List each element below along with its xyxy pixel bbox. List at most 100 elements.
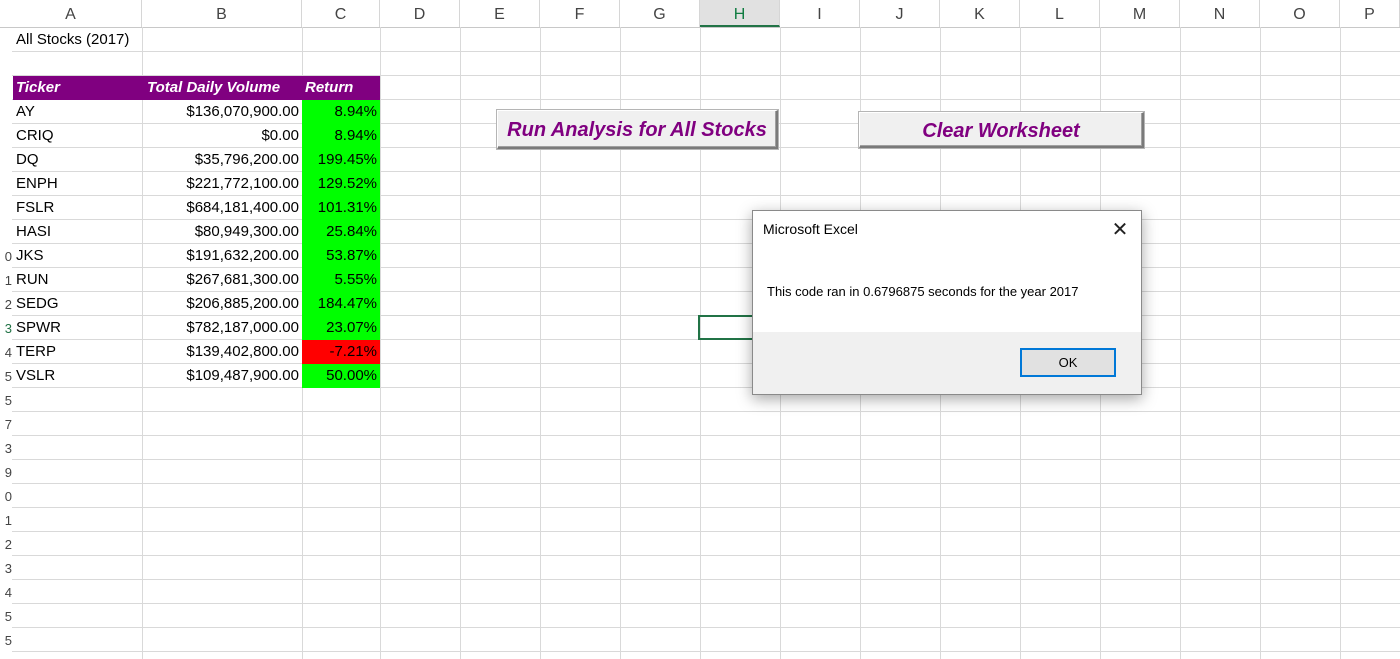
column-header-bar: ABCDEFGHIJKLMNOP xyxy=(0,0,1400,28)
volume-cell[interactable]: $684,181,400.00 xyxy=(142,196,302,220)
grid-hline xyxy=(12,507,1400,508)
dialog-message: This code ran in 0.6796875 seconds for t… xyxy=(767,284,1079,299)
row-number[interactable]: 4 xyxy=(0,341,12,365)
column-header-f[interactable]: F xyxy=(540,0,620,27)
row-number[interactable]: 9 xyxy=(0,461,12,485)
column-header-n[interactable]: N xyxy=(1180,0,1260,27)
volume-cell[interactable]: $80,949,300.00 xyxy=(142,220,302,244)
grid-vline xyxy=(380,27,381,659)
column-header-a[interactable]: A xyxy=(0,0,142,27)
row-number[interactable]: 1 xyxy=(0,269,12,293)
grid-hline xyxy=(12,603,1400,604)
grid-vline xyxy=(1340,27,1341,659)
column-header-m[interactable]: M xyxy=(1100,0,1180,27)
run-analysis-button[interactable]: Run Analysis for All Stocks xyxy=(497,110,778,149)
row-number[interactable]: 3 xyxy=(0,317,12,341)
row-number[interactable]: 1 xyxy=(0,509,12,533)
row-number[interactable]: 4 xyxy=(0,581,12,605)
header-return[interactable]: Return xyxy=(302,76,380,100)
return-cell[interactable]: 101.31% xyxy=(302,196,380,220)
volume-cell[interactable]: $109,487,900.00 xyxy=(142,364,302,388)
volume-cell[interactable]: $191,632,200.00 xyxy=(142,244,302,268)
ticker-cell[interactable]: VSLR xyxy=(13,364,142,388)
ticker-cell[interactable]: DQ xyxy=(13,148,142,172)
volume-cell[interactable]: $221,772,100.00 xyxy=(142,172,302,196)
grid-vline xyxy=(1180,27,1181,659)
column-header-l[interactable]: L xyxy=(1020,0,1100,27)
ticker-cell[interactable]: SEDG xyxy=(13,292,142,316)
grid-vline xyxy=(460,27,461,659)
row-number[interactable]: 5 xyxy=(0,365,12,389)
grid-hline xyxy=(12,483,1400,484)
return-cell[interactable]: 25.84% xyxy=(302,220,380,244)
grid-hline xyxy=(12,555,1400,556)
grid-hline xyxy=(12,651,1400,652)
volume-cell[interactable]: $206,885,200.00 xyxy=(142,292,302,316)
volume-cell[interactable]: $267,681,300.00 xyxy=(142,268,302,292)
column-header-o[interactable]: O xyxy=(1260,0,1340,27)
header-total-daily-volume[interactable]: Total Daily Volume xyxy=(142,76,302,100)
header-ticker[interactable]: Ticker xyxy=(13,76,142,100)
clear-worksheet-button[interactable]: Clear Worksheet xyxy=(859,112,1144,148)
column-header-d[interactable]: D xyxy=(380,0,460,27)
ok-button[interactable]: OK xyxy=(1020,348,1116,377)
ticker-cell[interactable]: TERP xyxy=(13,340,142,364)
volume-cell[interactable]: $136,070,900.00 xyxy=(142,100,302,124)
volume-cell[interactable]: $0.00 xyxy=(142,124,302,148)
grid-hline xyxy=(12,411,1400,412)
row-number[interactable]: 0 xyxy=(0,485,12,509)
column-header-b[interactable]: B xyxy=(142,0,302,27)
row-number[interactable]: 7 xyxy=(0,413,12,437)
return-cell[interactable]: 23.07% xyxy=(302,316,380,340)
grid-hline xyxy=(12,579,1400,580)
return-cell[interactable]: 53.87% xyxy=(302,244,380,268)
column-header-h[interactable]: H xyxy=(700,0,780,27)
dialog-footer: OK xyxy=(753,332,1141,394)
return-cell[interactable]: 8.94% xyxy=(302,124,380,148)
column-header-p[interactable]: P xyxy=(1340,0,1400,27)
row-number-strip: 01234557390123455 xyxy=(0,27,12,659)
column-header-i[interactable]: I xyxy=(780,0,860,27)
column-header-k[interactable]: K xyxy=(940,0,1020,27)
row-number[interactable]: 2 xyxy=(0,293,12,317)
volume-cell[interactable]: $35,796,200.00 xyxy=(142,148,302,172)
ticker-cell[interactable]: ENPH xyxy=(13,172,142,196)
row-number[interactable]: 2 xyxy=(0,533,12,557)
row-number[interactable]: 5 xyxy=(0,389,12,413)
grid-hline xyxy=(12,627,1400,628)
grid-hline xyxy=(12,531,1400,532)
ticker-cell[interactable]: RUN xyxy=(13,268,142,292)
sheet-title[interactable]: All Stocks (2017) xyxy=(13,28,141,52)
volume-cell[interactable]: $782,187,000.00 xyxy=(142,316,302,340)
ticker-cell[interactable]: FSLR xyxy=(13,196,142,220)
return-cell[interactable]: 50.00% xyxy=(302,364,380,388)
column-header-j[interactable]: J xyxy=(860,0,940,27)
grid-hline xyxy=(12,459,1400,460)
ticker-cell[interactable]: HASI xyxy=(13,220,142,244)
return-cell[interactable]: 8.94% xyxy=(302,100,380,124)
spreadsheet: ABCDEFGHIJKLMNOP 01234557390123455 All S… xyxy=(0,0,1400,659)
ticker-cell[interactable]: SPWR xyxy=(13,316,142,340)
close-icon[interactable]: ✕ xyxy=(1107,217,1133,243)
dialog-title: Microsoft Excel xyxy=(763,221,858,237)
column-header-g[interactable]: G xyxy=(620,0,700,27)
row-number[interactable]: 5 xyxy=(0,605,12,629)
grid-hline xyxy=(12,51,1400,52)
row-number[interactable]: 3 xyxy=(0,437,12,461)
row-number[interactable]: 0 xyxy=(0,245,12,269)
column-header-e[interactable]: E xyxy=(460,0,540,27)
return-cell[interactable]: 5.55% xyxy=(302,268,380,292)
message-box-dialog: Microsoft Excel ✕ This code ran in 0.679… xyxy=(752,210,1142,395)
volume-cell[interactable]: $139,402,800.00 xyxy=(142,340,302,364)
ticker-cell[interactable]: AY xyxy=(13,100,142,124)
row-number[interactable]: 3 xyxy=(0,557,12,581)
grid-vline xyxy=(1260,27,1261,659)
return-cell[interactable]: 129.52% xyxy=(302,172,380,196)
row-number[interactable]: 5 xyxy=(0,629,12,653)
return-cell[interactable]: 199.45% xyxy=(302,148,380,172)
ticker-cell[interactable]: JKS xyxy=(13,244,142,268)
ticker-cell[interactable]: CRIQ xyxy=(13,124,142,148)
column-header-c[interactable]: C xyxy=(302,0,380,27)
return-cell[interactable]: 184.47% xyxy=(302,292,380,316)
return-cell[interactable]: -7.21% xyxy=(302,340,380,364)
